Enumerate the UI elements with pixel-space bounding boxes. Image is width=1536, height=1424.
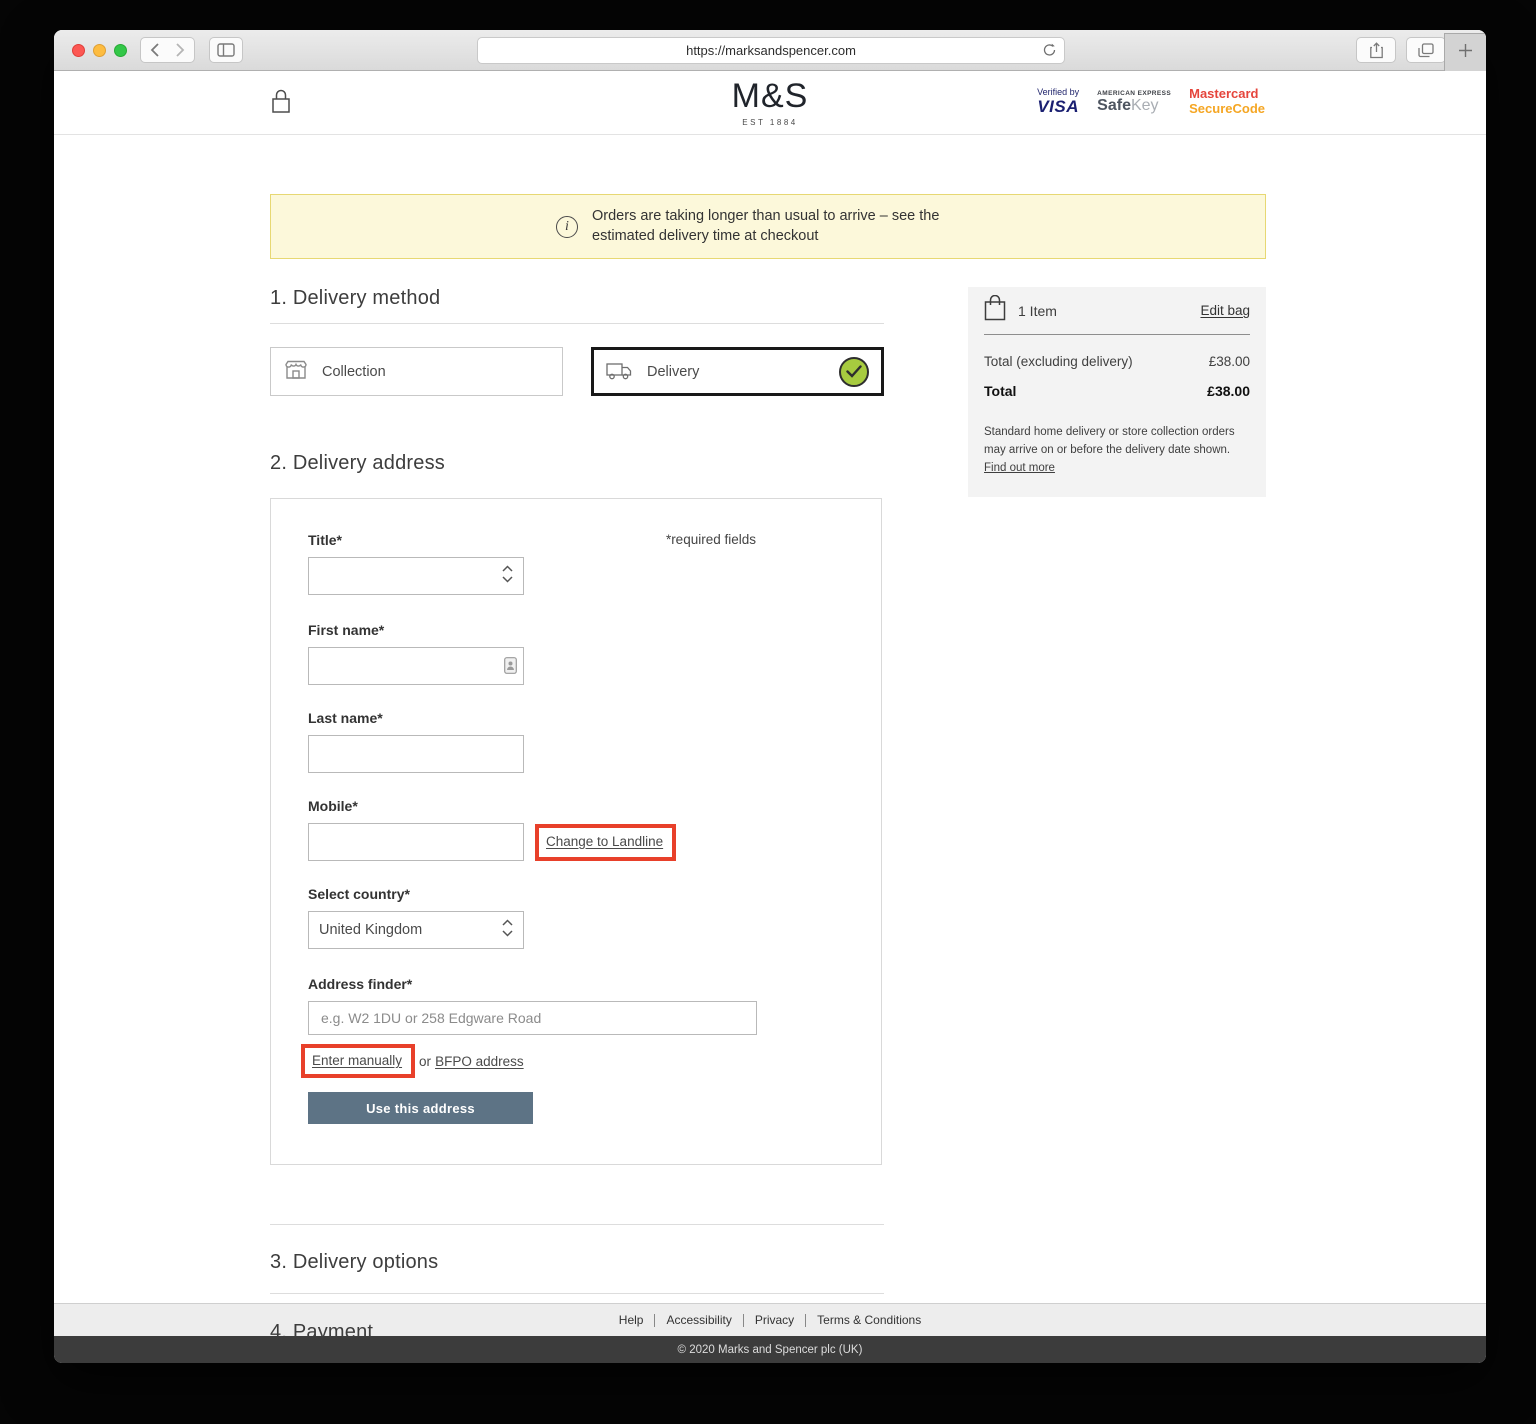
- mobile-input[interactable]: [308, 823, 524, 861]
- first-name-label: First name*: [308, 622, 385, 638]
- change-to-landline-link[interactable]: Change to Landline: [546, 834, 663, 849]
- last-name-label: Last name*: [308, 710, 383, 726]
- info-icon: i: [556, 215, 578, 238]
- new-tab-button[interactable]: [1444, 33, 1486, 71]
- reload-icon[interactable]: [1043, 43, 1056, 62]
- sidebar-icon: [217, 43, 235, 57]
- sidebar-toggle-button[interactable]: [209, 37, 243, 63]
- select-chevrons-icon: [501, 918, 514, 942]
- banner-text: Orders are taking longer than usual to a…: [592, 207, 940, 244]
- zoom-button[interactable]: [114, 44, 127, 57]
- annotation-box-landline: Change to Landline: [535, 823, 677, 861]
- payment-heading: 4. Payment: [270, 1321, 374, 1343]
- share-button[interactable]: [1356, 37, 1396, 63]
- title-label: Title*: [308, 532, 342, 548]
- truck-icon: [606, 360, 632, 384]
- ms-logo: M&S EST 1884: [54, 77, 1486, 127]
- delivery-address-heading: 2. Delivery address: [270, 452, 445, 474]
- selected-check-icon: [839, 356, 869, 387]
- tabs-icon: [1418, 42, 1434, 58]
- store-icon: [285, 360, 307, 384]
- delivery-method-heading: 1. Delivery method: [270, 287, 441, 309]
- divider: [270, 323, 884, 324]
- mastercard-securecode-badge: Mastercard SecureCode: [1189, 86, 1265, 116]
- mobile-label: Mobile*: [308, 798, 358, 814]
- total-value: £38.00: [1207, 383, 1250, 399]
- bfpo-address-link[interactable]: BFPO address: [435, 1054, 524, 1069]
- divider: [270, 1293, 884, 1294]
- subtotal-value: £38.00: [1208, 354, 1250, 369]
- verified-by-visa-badge: Verified by VISA: [1037, 87, 1080, 116]
- delivery-option[interactable]: Delivery: [591, 347, 884, 396]
- chevron-left-icon: [150, 43, 159, 57]
- checkout-page: i Orders are taking longer than usual to…: [54, 135, 1486, 1343]
- last-name-input[interactable]: [308, 735, 524, 773]
- delivery-note: Standard home delivery or store collecti…: [984, 426, 1235, 474]
- chevron-right-icon: [176, 43, 185, 57]
- edit-bag-link[interactable]: Edit bag: [1200, 303, 1250, 318]
- country-select[interactable]: United Kingdom: [308, 911, 524, 949]
- browser-window: https://marksandspencer.com M&S EST 1884…: [54, 30, 1486, 1363]
- delivery-delay-banner: i Orders are taking longer than usual to…: [270, 194, 1266, 259]
- subtotal-row: Total (excluding delivery) £38.00: [984, 354, 1250, 369]
- divider: [270, 1224, 884, 1225]
- autofill-contact-icon[interactable]: [504, 657, 517, 679]
- required-fields-note: *required fields: [665, 532, 756, 547]
- annotation-box-enter-manually: Enter manually: [301, 1044, 416, 1078]
- collection-label: Collection: [322, 363, 386, 380]
- order-summary: 1 Item Edit bag Total (excluding deliver…: [968, 287, 1266, 498]
- payment-badges: Verified by VISA AMERICAN EXPRESS SafeKe…: [1037, 86, 1265, 117]
- or-text: or: [419, 1053, 432, 1069]
- use-this-address-button[interactable]: Use this address: [308, 1092, 533, 1124]
- close-button[interactable]: [72, 44, 85, 57]
- address-finder-input[interactable]: [308, 1001, 757, 1035]
- bag-icon: [984, 294, 1006, 326]
- show-tabs-button[interactable]: [1406, 37, 1446, 63]
- url-bar[interactable]: https://marksandspencer.com: [477, 37, 1065, 64]
- country-label: Select country*: [308, 886, 410, 902]
- ms-logo-text: M&S: [731, 77, 809, 115]
- country-value: United Kingdom: [319, 922, 423, 938]
- select-chevrons-icon: [501, 564, 514, 588]
- collection-option[interactable]: Collection: [270, 347, 563, 396]
- url-text: https://marksandspencer.com: [686, 43, 856, 58]
- enter-manually-link[interactable]: Enter manually: [312, 1053, 402, 1068]
- site-header: M&S EST 1884 Verified by VISA AMERICAN E…: [54, 71, 1486, 135]
- title-select[interactable]: [308, 557, 524, 595]
- forward-button[interactable]: [167, 37, 195, 63]
- plus-icon: [1458, 43, 1473, 63]
- amex-safekey-badge: AMERICAN EXPRESS SafeKey: [1097, 89, 1172, 114]
- ms-logo-subtext: EST 1884: [742, 118, 798, 127]
- total-row: Total £38.00: [984, 383, 1250, 399]
- share-icon: [1369, 41, 1383, 59]
- item-count: 1 Item: [1018, 302, 1057, 319]
- subtotal-label: Total (excluding delivery): [984, 354, 1133, 369]
- traffic-lights: [72, 44, 127, 57]
- minimize-button[interactable]: [93, 44, 106, 57]
- delivery-method-options: Collection Delivery: [270, 347, 884, 396]
- find-out-more-link[interactable]: Find out more: [984, 462, 1055, 474]
- delivery-options-heading: 3. Delivery options: [270, 1251, 439, 1273]
- first-name-input[interactable]: [308, 647, 524, 685]
- back-button[interactable]: [140, 37, 168, 63]
- delivery-address-form: Title* *required fields First name* Last…: [270, 498, 882, 1165]
- address-finder-label: Address finder*: [308, 976, 413, 992]
- browser-toolbar: https://marksandspencer.com: [54, 30, 1486, 71]
- total-label: Total: [984, 383, 1017, 399]
- delivery-label: Delivery: [647, 363, 700, 380]
